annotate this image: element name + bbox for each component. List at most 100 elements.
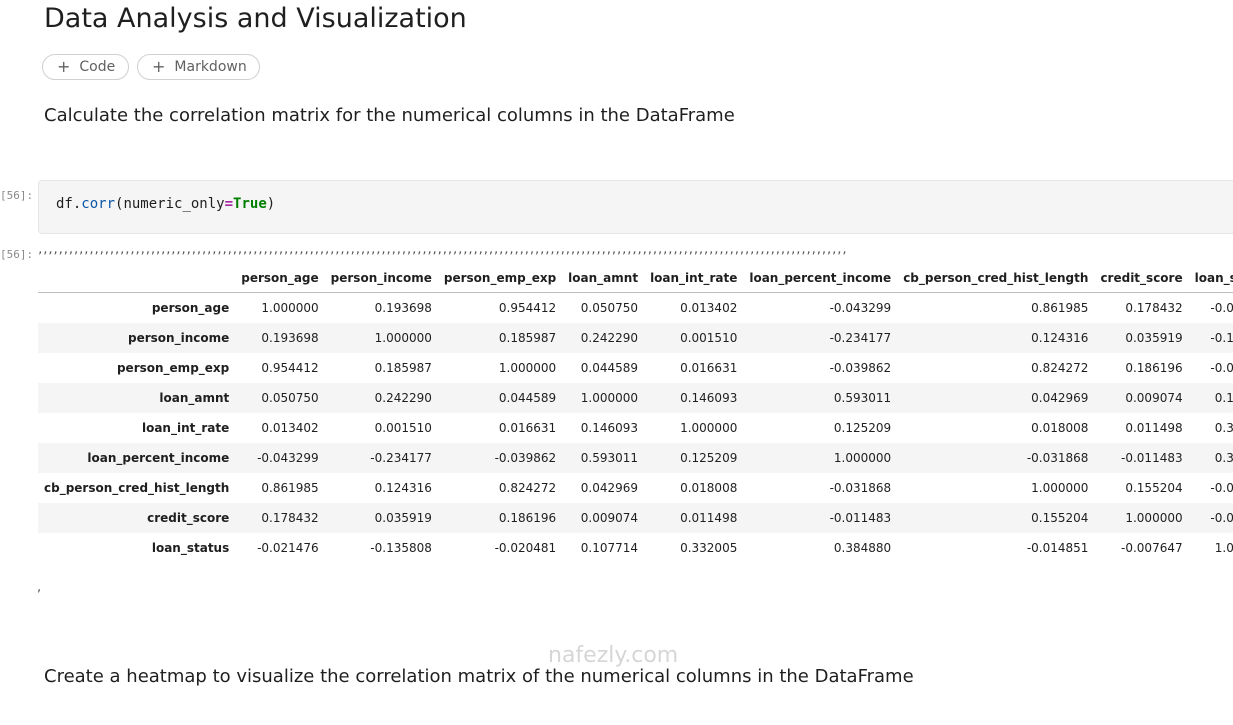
table-cell: 1.000000 <box>374 331 432 345</box>
table-cell: 0.384880 <box>1214 451 1233 465</box>
table-cell: 1.000000 <box>261 301 319 315</box>
table-cell: 0.242290 <box>374 391 432 405</box>
table-cell: 0.018008 <box>1031 421 1089 435</box>
code-token-close: ) <box>266 196 276 212</box>
table-cell: -0.135808 <box>1210 331 1233 345</box>
table-cell: 0.186196 <box>498 511 557 525</box>
table-cell: 0.011498 <box>1125 421 1183 435</box>
table-cell: -0.021476 <box>257 541 319 555</box>
table-cell: 0.824272 <box>1031 361 1089 375</box>
table-cell: 0.178432 <box>261 511 319 525</box>
table-cell: 0.016631 <box>680 361 738 375</box>
table-cell: 0.332005 <box>1214 421 1233 435</box>
markdown-cell-heatmap: Create a heatmap to visualize the correl… <box>44 666 914 687</box>
code-token-equals: = <box>224 196 234 212</box>
table-cell: 0.001510 <box>680 331 738 345</box>
code-line: df.corr(numeric_only=True) <box>56 196 275 212</box>
notebook-heading: Data Analysis and Visualization <box>44 3 467 34</box>
table-cell: 1.000000 <box>580 391 639 405</box>
column-header: cb_person_cred_hist_length <box>897 263 1095 293</box>
table-cell: 0.185987 <box>374 361 432 375</box>
add-markdown-cell-label: Markdown <box>174 59 247 75</box>
table-cell: 0.193698 <box>261 331 319 345</box>
table-cell: 0.050750 <box>580 301 639 315</box>
table-cell: -0.043299 <box>829 301 892 315</box>
table-cell: 1.000000 <box>833 451 892 465</box>
table-cell: 0.242290 <box>580 331 639 345</box>
column-header: person_income <box>324 263 438 293</box>
code-cell-editor[interactable]: df.corr(numeric_only=True) <box>38 180 1233 234</box>
table-cell: 0.016631 <box>498 421 557 435</box>
table-cell: 0.954412 <box>498 301 557 315</box>
table-cell: -0.043299 <box>257 451 319 465</box>
row-header: loan_amnt <box>159 391 230 405</box>
code-token-method: corr <box>81 196 116 212</box>
table-cell: 0.013402 <box>680 301 738 315</box>
table-row: loan_status -0.021476 -0.135808 -0.020481 0.… <box>38 533 1233 563</box>
column-header: person_emp_exp <box>437 263 563 293</box>
table-cell: -0.031868 <box>829 481 892 495</box>
table-cell: 0.954412 <box>261 361 319 375</box>
table-cell: 0.155204 <box>1031 511 1089 525</box>
table-cell: 1.000000 <box>1125 511 1183 525</box>
table-cell: 1.000000 <box>498 361 557 375</box>
table-cell: 0.186196 <box>1125 361 1183 375</box>
add-code-cell-button[interactable]: + Code <box>42 54 129 80</box>
add-code-cell-label: Code <box>79 59 116 75</box>
table-cell: 0.332005 <box>680 541 738 555</box>
row-header: loan_percent_income <box>87 451 230 465</box>
table-cell: 0.035919 <box>374 511 432 525</box>
table-cell: 0.013402 <box>261 421 319 435</box>
table-cell: -0.234177 <box>829 331 892 345</box>
table-cell: 0.107714 <box>580 541 639 555</box>
table-cell: 0.124316 <box>374 481 432 495</box>
table-cell: 0.384880 <box>833 541 892 555</box>
table-row: person_age 1.000000 0.193698 0.954412 0.0507… <box>38 293 1233 324</box>
table-cell: -0.031868 <box>1026 451 1089 465</box>
table-cell: 1.000000 <box>680 421 738 435</box>
row-header: person_emp_exp <box>116 361 230 375</box>
table-cell: 0.035919 <box>1125 331 1183 345</box>
table-header-row: person_age person_income person_emp_exp loa… <box>38 263 1233 293</box>
code-token-keyword: True <box>233 196 267 212</box>
row-header: loan_int_rate <box>141 421 230 435</box>
table-cell: 0.146093 <box>680 391 738 405</box>
table-row: person_income 0.193698 1.000000 0.185987 0.2… <box>38 323 1233 353</box>
table-row: loan_amnt 0.050750 0.242290 0.044589 1.00000… <box>38 383 1233 413</box>
output-leading-text: ,,,,,,,,,,,,,,,,,,,,,,,,,,,,,,,,,,,,,,,,… <box>37 243 848 256</box>
table-cell: 0.178432 <box>1125 301 1183 315</box>
output-trailing-text: , <box>37 580 42 595</box>
table-cell: 0.146093 <box>580 421 639 435</box>
table-cell: -0.135808 <box>370 541 432 555</box>
table-cell: -0.007647 <box>1210 511 1233 525</box>
row-header: cb_person_cred_hist_length <box>44 481 230 495</box>
table-cell: 0.593011 <box>833 391 892 405</box>
table-cell: 0.861985 <box>261 481 319 495</box>
row-header: person_age <box>151 301 230 315</box>
table-cell: -0.234177 <box>370 451 432 465</box>
table-cell: 0.044589 <box>498 391 557 405</box>
table-cell: 0.593011 <box>580 451 639 465</box>
table-cell: 0.861985 <box>1031 301 1089 315</box>
table-cell: -0.007647 <box>1121 541 1183 555</box>
row-header: person_income <box>128 331 230 345</box>
table-cell: 0.001510 <box>374 421 432 435</box>
column-header: loan_status <box>1188 263 1233 293</box>
row-header: loan_status <box>151 541 230 555</box>
table-row: loan_percent_income -0.043299 -0.234177 -0.… <box>38 443 1233 473</box>
column-header: person_age <box>235 263 325 293</box>
table-cell: 0.125209 <box>833 421 892 435</box>
table-cell: 0.107714 <box>1214 391 1233 405</box>
table-cell: -0.011483 <box>829 511 892 525</box>
table-corner-header <box>38 263 236 293</box>
table-cell: 0.124316 <box>1031 331 1089 345</box>
table-cell: 0.009074 <box>1125 391 1183 405</box>
table-body: person_age 1.000000 0.193698 0.954412 0.0507… <box>38 293 1233 564</box>
column-header: credit_score <box>1094 263 1189 293</box>
table-cell: 0.018008 <box>680 481 738 495</box>
table-cell: 1.000000 <box>1214 541 1233 555</box>
column-header: loan_amnt <box>562 263 645 293</box>
add-markdown-cell-button[interactable]: + Markdown <box>137 54 260 80</box>
column-header: loan_percent_income <box>743 263 898 293</box>
table-cell: 0.044589 <box>580 361 639 375</box>
